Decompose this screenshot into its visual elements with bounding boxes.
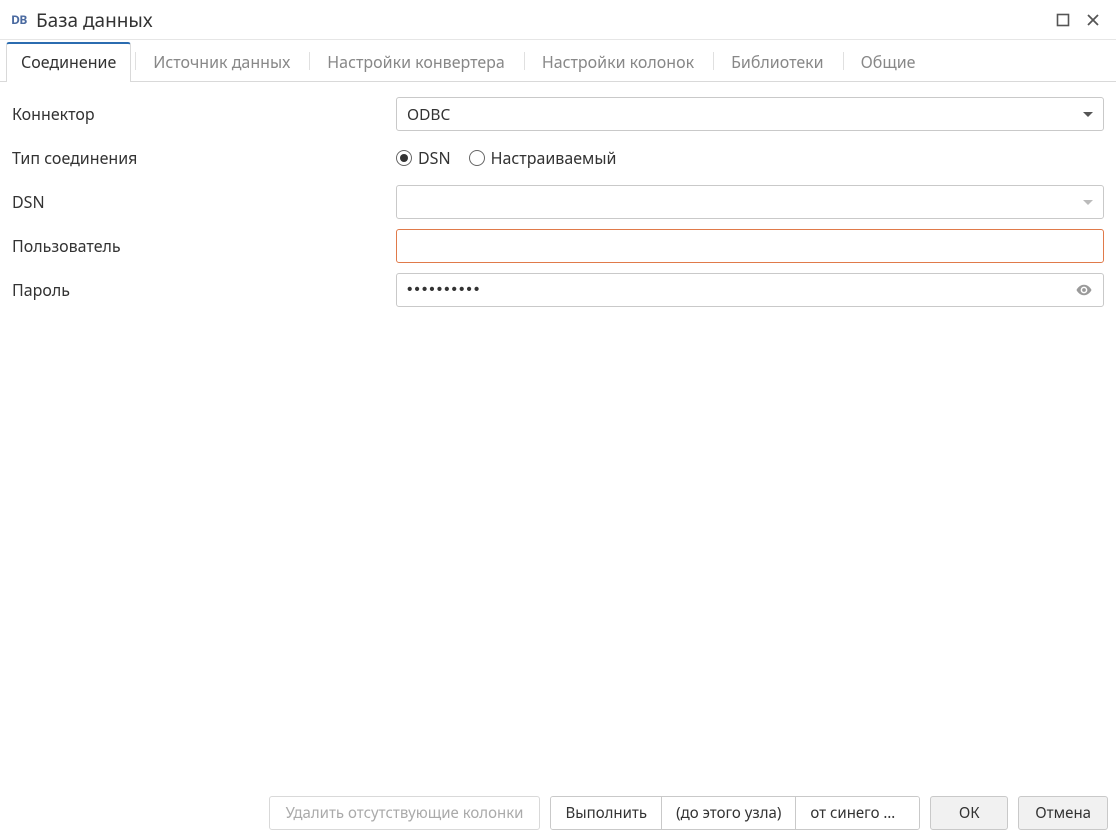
row-user: Пользователь — [8, 224, 1108, 268]
chevron-down-icon — [1083, 112, 1093, 117]
connector-value: ODBC — [407, 103, 1077, 125]
dialog-window: DB База данных Соединение Источник данны… — [0, 0, 1116, 836]
row-connector: Коннектор ODBC — [8, 92, 1108, 136]
dsn-select[interactable] — [396, 185, 1104, 219]
dialog-title: База данных — [36, 7, 153, 33]
cancel-button[interactable]: Отмена — [1018, 796, 1108, 830]
tab-separator — [524, 52, 525, 70]
toggle-password-visibility[interactable] — [1067, 281, 1093, 299]
execute-upto-node-button[interactable]: (до этого узла) — [661, 797, 795, 829]
tab-separator — [309, 52, 310, 70]
row-password: Пароль — [8, 268, 1108, 312]
password-input[interactable] — [407, 274, 1067, 306]
user-field-wrap — [396, 229, 1104, 263]
user-label: Пользователь — [8, 235, 396, 257]
close-button[interactable] — [1078, 5, 1108, 35]
radio-dsn-label: DSN — [418, 147, 451, 169]
radio-icon — [469, 150, 485, 166]
radio-custom-label: Настраиваемый — [491, 147, 617, 169]
maximize-icon — [1056, 13, 1070, 27]
tab-general[interactable]: Общие — [846, 42, 931, 82]
titlebar: DB База данных — [0, 0, 1116, 40]
eye-icon — [1075, 281, 1093, 299]
tab-column-settings[interactable]: Настройки колонок — [527, 42, 709, 82]
radio-dsn[interactable]: DSN — [396, 147, 451, 169]
tab-separator — [135, 52, 136, 70]
close-icon — [1086, 13, 1100, 27]
connector-select[interactable]: ODBC — [396, 97, 1104, 131]
execute-button[interactable]: Выполнить — [551, 797, 661, 829]
execute-from-blue-select[interactable]: от синего … — [795, 797, 919, 829]
tab-separator — [713, 52, 714, 70]
maximize-button[interactable] — [1048, 5, 1078, 35]
dsn-label: DSN — [8, 191, 396, 213]
password-label: Пароль — [8, 279, 396, 301]
radio-icon — [396, 150, 412, 166]
tab-converter-settings[interactable]: Настройки конвертера — [312, 42, 520, 82]
db-logo-icon: DB — [8, 10, 30, 30]
conn-type-label: Тип соединения — [8, 147, 396, 169]
execute-split-button: Выполнить (до этого узла) от синего … — [550, 796, 920, 830]
delete-missing-columns-button[interactable]: Удалить отсутствующие колонки — [269, 796, 541, 830]
ok-button[interactable]: ОК — [930, 796, 1008, 830]
password-field-wrap — [396, 273, 1104, 307]
row-dsn: DSN — [8, 180, 1108, 224]
chevron-down-icon — [1083, 200, 1093, 205]
form-area: Коннектор ODBC Тип соединения DSN — [0, 82, 1116, 788]
tab-datasource[interactable]: Источник данных — [138, 42, 305, 82]
conn-type-radio-group: DSN Настраиваемый — [396, 147, 1104, 169]
footer: Удалить отсутствующие колонки Выполнить … — [0, 788, 1116, 836]
connector-label: Коннектор — [8, 103, 396, 125]
execute-from-blue-label: от синего … — [810, 803, 895, 823]
tab-connection[interactable]: Соединение — [6, 42, 131, 82]
row-conn-type: Тип соединения DSN Настраиваемый — [8, 136, 1108, 180]
tab-libraries[interactable]: Библиотеки — [716, 42, 839, 82]
radio-custom[interactable]: Настраиваемый — [469, 147, 617, 169]
tabstrip: Соединение Источник данных Настройки кон… — [0, 40, 1116, 82]
user-input[interactable] — [407, 230, 1093, 262]
tab-separator — [843, 52, 844, 70]
